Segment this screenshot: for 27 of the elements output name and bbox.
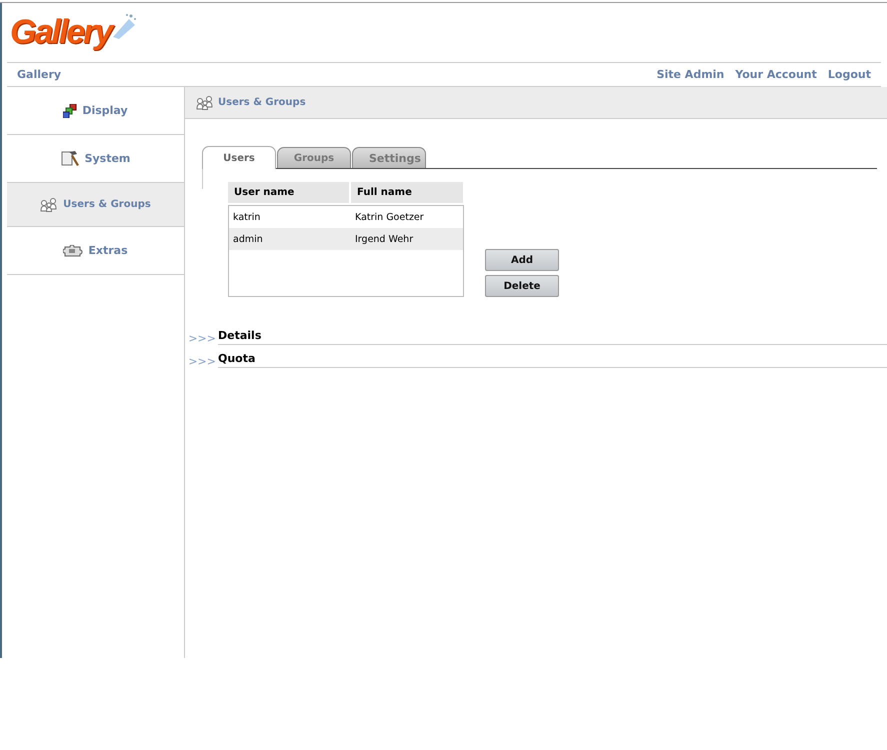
tab[interactable]: Groups xyxy=(277,147,351,168)
table-row[interactable]: admin Irgend Wehr xyxy=(229,228,463,250)
action-button[interactable]: Delete xyxy=(485,275,559,297)
nav-link[interactable]: Your Account xyxy=(735,68,817,81)
tab[interactable]: Users xyxy=(202,146,276,169)
tab[interactable]: Settings xyxy=(352,147,426,168)
users-icon xyxy=(40,198,58,212)
page-title: Users & Groups xyxy=(218,97,306,108)
section-title[interactable]: Quota xyxy=(218,352,887,368)
nav-link[interactable]: Logout xyxy=(828,68,871,81)
column-header: Full name xyxy=(351,182,463,203)
puzzle-icon xyxy=(63,244,84,256)
nav-link[interactable]: Site Admin xyxy=(656,68,724,81)
expand-marker[interactable]: >>> xyxy=(185,332,218,345)
sidebar-item[interactable]: Display xyxy=(7,87,184,135)
squares-icon xyxy=(63,104,78,118)
breadcrumb-link[interactable]: Gallery xyxy=(17,68,62,81)
column-header: User name xyxy=(228,182,349,203)
expand-marker[interactable]: >>> xyxy=(185,355,218,368)
sidebar-item[interactable]: Users & Groups xyxy=(7,183,184,227)
section-title[interactable]: Details xyxy=(218,329,887,345)
hammer-icon xyxy=(60,150,80,167)
sidebar-item[interactable]: Extras xyxy=(7,227,184,275)
logo[interactable]: Gallery xyxy=(10,13,112,52)
table-row[interactable]: katrin Katrin Goetzer xyxy=(229,206,463,228)
action-button[interactable]: Add xyxy=(485,249,559,271)
users-icon xyxy=(196,96,214,110)
